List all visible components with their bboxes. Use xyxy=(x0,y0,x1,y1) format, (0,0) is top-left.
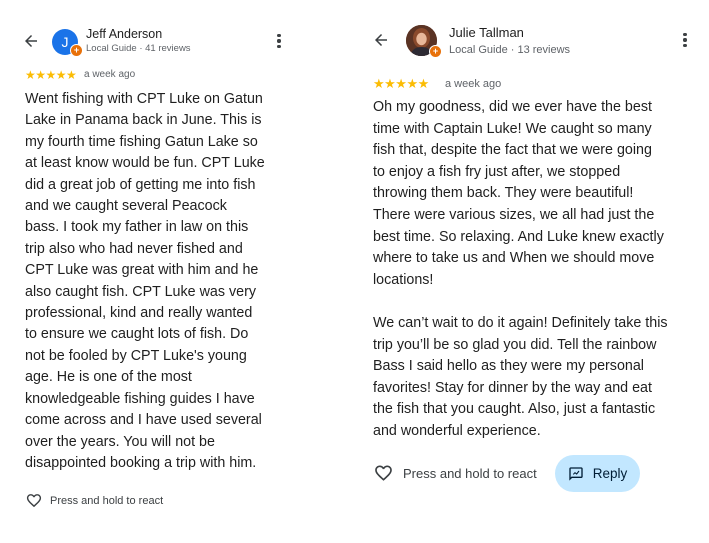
reply-icon xyxy=(569,466,583,481)
back-arrow-icon[interactable] xyxy=(370,29,392,51)
reviewer-meta: Local Guide · 41 reviews xyxy=(86,43,191,54)
reviewer-meta: Local Guide · 13 reviews xyxy=(449,44,571,56)
back-arrow-icon[interactable] xyxy=(20,30,42,52)
react-button[interactable]: Press and hold to react xyxy=(373,463,537,483)
avatar-initial: J xyxy=(61,34,69,50)
reply-button[interactable]: Reply xyxy=(555,455,640,492)
local-guide-badge-icon: + xyxy=(429,45,442,58)
review-time: a week ago xyxy=(84,69,136,80)
more-options-icon[interactable] xyxy=(272,30,286,52)
reviewer-name[interactable]: Julie Tallman xyxy=(449,25,524,40)
reviewer-name[interactable]: Jeff Anderson xyxy=(86,27,162,41)
review-text: Oh my goodness, did we ever have the bes… xyxy=(373,99,668,439)
react-label: Press and hold to react xyxy=(403,465,537,481)
review-text: Went fishing with CPT Luke on Gatun Lake… xyxy=(25,91,265,471)
star-rating: ★★★★★ xyxy=(373,76,429,91)
review-card-julie-tallman: + Julie Tallman Local Guide · 13 reviews… xyxy=(350,0,709,543)
react-label: Press and hold to react xyxy=(50,494,164,507)
review-time: a week ago xyxy=(445,78,502,90)
review-card-jeff-anderson: J + Jeff Anderson Local Guide · 41 revie… xyxy=(0,0,340,543)
heart-outline-icon xyxy=(26,494,42,508)
star-rating: ★★★★★ xyxy=(25,68,77,82)
react-button[interactable]: Press and hold to react xyxy=(25,492,163,509)
heart-outline-icon xyxy=(375,465,392,481)
reply-label: Reply xyxy=(592,466,628,481)
local-guide-badge-icon: + xyxy=(70,44,83,57)
more-options-icon[interactable] xyxy=(678,29,692,51)
